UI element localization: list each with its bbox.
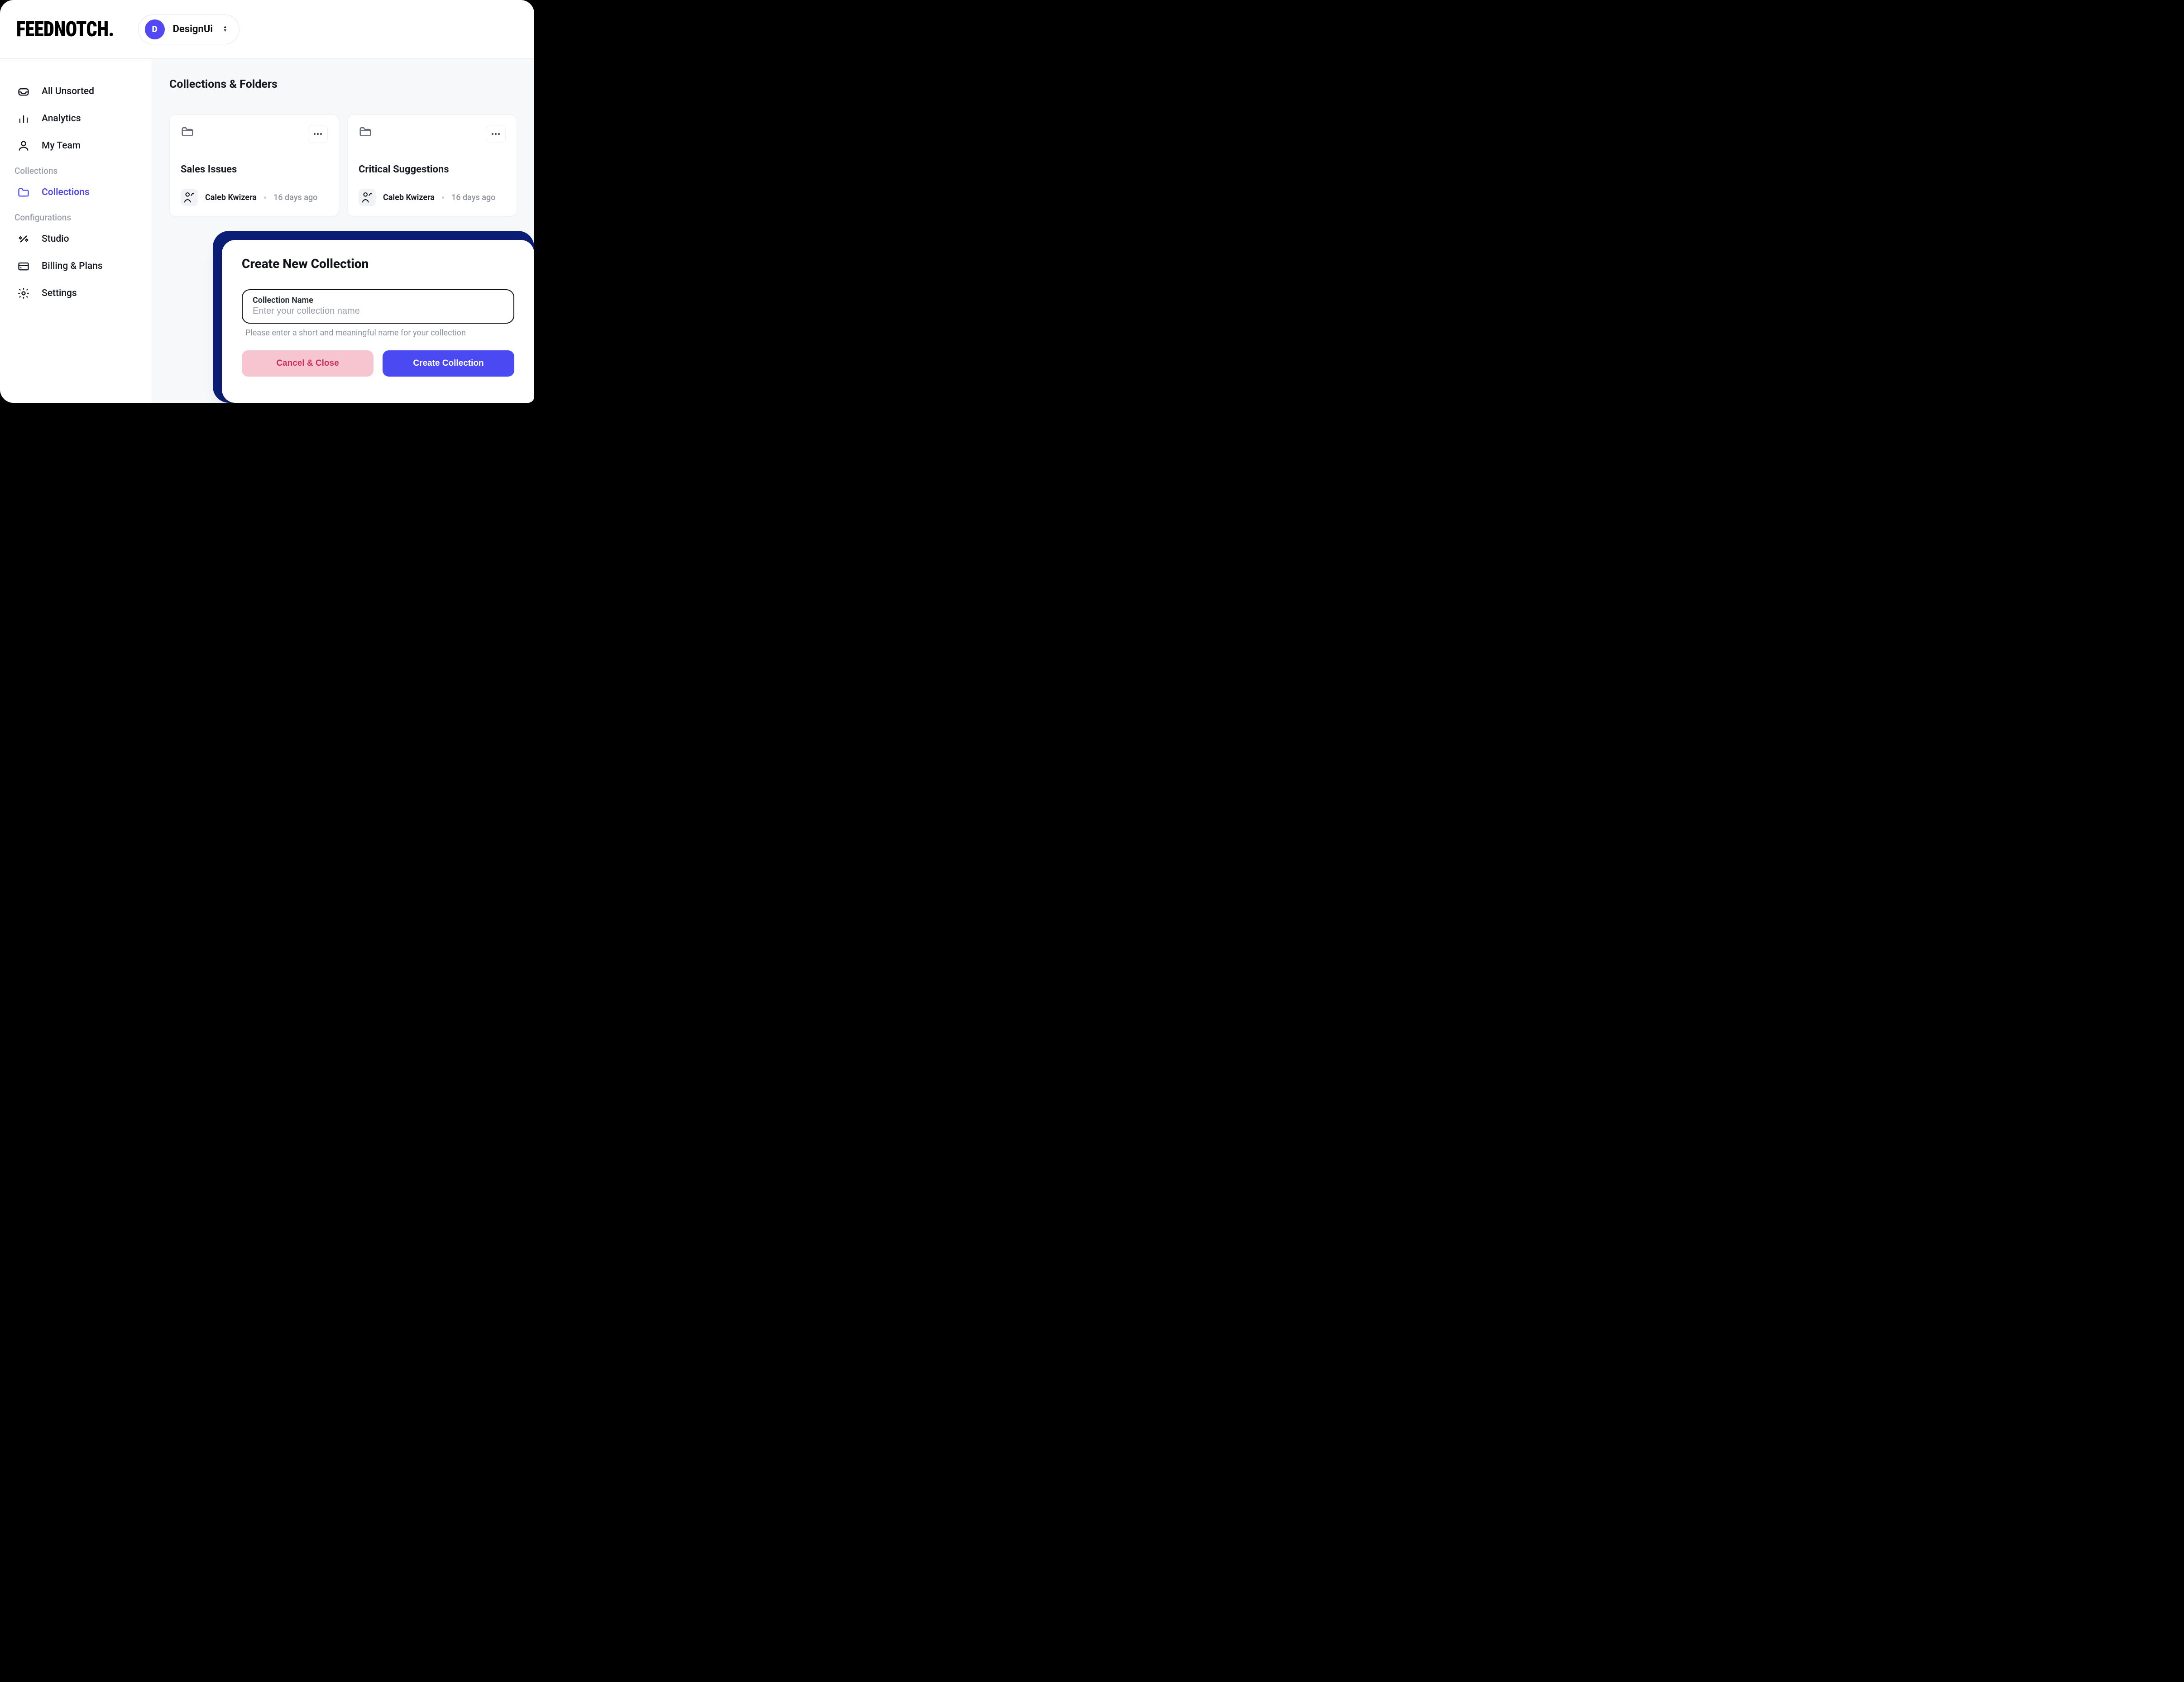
cancel-button[interactable]: Cancel & Close [242,350,374,377]
cards-row: Sales Issues Caleb Kwizera 16 days ago [169,115,517,216]
app-window: FEEDNOTCH. D DesignUi ▲▼ All Unsorted [0,0,534,403]
collection-name-field[interactable]: Collection Name [242,289,514,324]
sidebar-item-analytics[interactable]: Analytics [14,105,142,132]
folder-icon [181,125,194,139]
card-meta: Caleb Kwizera 16 days ago [181,189,328,206]
project-name: DesignUi [173,24,213,35]
modal-actions: Cancel & Close Create Collection [242,350,514,377]
tools-icon [17,233,30,245]
sidebar: All Unsorted Analytics My Team Collectio… [0,59,152,403]
sidebar-item-label: All Unsorted [42,86,94,97]
sidebar-item-label: Studio [42,234,69,244]
modal-backdrop: Create New Collection Collection Name Pl… [213,231,534,403]
sidebar-item-all-unsorted[interactable]: All Unsorted [14,78,142,105]
separator-dot-icon [442,196,444,199]
card-meta: Caleb Kwizera 16 days ago [359,189,506,206]
sidebar-item-label: Settings [42,288,77,299]
folder-icon [359,125,372,139]
sidebar-item-label: Analytics [42,113,81,124]
page-title: Collections & Folders [169,78,517,91]
card-time: 16 days ago [451,193,495,202]
bar-chart-icon [17,112,30,125]
card-header [359,125,506,143]
more-horizontal-icon [314,133,322,135]
inbox-icon [17,85,30,98]
collection-card[interactable]: Critical Suggestions Caleb Kwizera 16 da… [347,115,517,216]
sidebar-item-label: Billing & Plans [42,261,103,272]
avatar [359,189,376,206]
collection-name-input[interactable] [253,306,503,316]
user-icon [17,139,30,152]
collection-card[interactable]: Sales Issues Caleb Kwizera 16 days ago [169,115,339,216]
separator-dot-icon [264,196,266,199]
card-time: 16 days ago [273,193,317,202]
card-author: Caleb Kwizera [383,193,435,202]
sidebar-item-label: My Team [42,140,81,151]
project-badge: D [145,19,165,39]
sidebar-item-my-team[interactable]: My Team [14,132,142,159]
app-logo: FEEDNOTCH. [16,17,114,42]
header: FEEDNOTCH. D DesignUi ▲▼ [0,0,534,59]
gear-icon [17,287,30,300]
sidebar-item-billing[interactable]: Billing & Plans [14,253,142,280]
modal-title: Create New Collection [242,256,514,271]
card-title: Critical Suggestions [359,164,506,175]
sidebar-item-studio[interactable]: Studio [14,225,142,253]
sidebar-section-configurations: Configurations [14,206,142,225]
card-more-button[interactable] [486,125,506,143]
sidebar-section-collections: Collections [14,159,142,179]
chevron-up-down-icon: ▲▼ [221,25,229,33]
card-title: Sales Issues [181,164,328,175]
field-helper-text: Please enter a short and meaningful name… [242,328,514,338]
card-author: Caleb Kwizera [205,193,257,202]
folder-icon [17,186,30,199]
sidebar-item-collections[interactable]: Collections [14,179,142,206]
card-header [181,125,328,143]
card-more-button[interactable] [308,125,328,143]
credit-card-icon [17,260,30,272]
sidebar-item-settings[interactable]: Settings [14,280,142,307]
create-collection-modal: Create New Collection Collection Name Pl… [222,240,534,403]
avatar [181,189,198,206]
sidebar-item-label: Collections [42,187,90,198]
project-switcher[interactable]: D DesignUi ▲▼ [138,14,240,44]
field-label: Collection Name [253,296,503,305]
more-horizontal-icon [492,133,500,135]
create-collection-button[interactable]: Create Collection [383,350,514,377]
